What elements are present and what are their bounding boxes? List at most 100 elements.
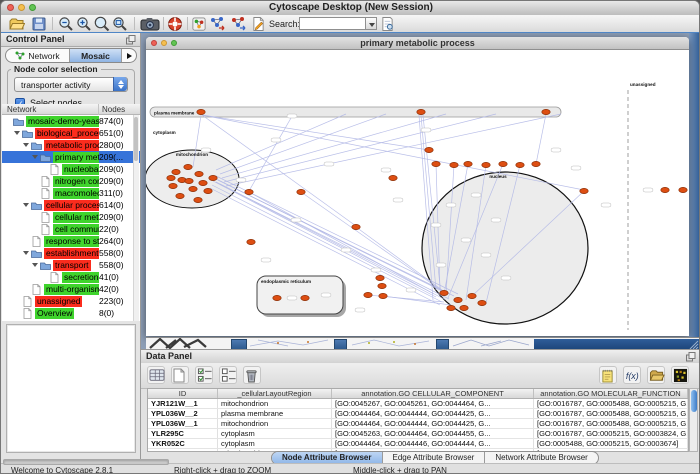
export-network-icon[interactable] [230, 16, 248, 32]
graph-node[interactable] [297, 189, 305, 194]
graph-node[interactable] [679, 187, 687, 192]
graph-node[interactable] [245, 189, 253, 194]
tree-col-network[interactable]: Network [7, 105, 36, 114]
tree-row[interactable]: secretion41(0) [2, 271, 140, 283]
tree-row[interactable]: cell communicat22(0) [2, 223, 140, 235]
new-attribute-icon[interactable] [171, 366, 189, 384]
graph-node[interactable] [197, 109, 205, 114]
graph-node[interactable] [580, 188, 588, 193]
tree-row[interactable]: Overview8(0) [2, 307, 140, 319]
tree-col-nodes[interactable]: Nodes [102, 105, 125, 114]
tree-row[interactable]: macromolecule311(0) [2, 187, 140, 199]
graph-node[interactable] [389, 175, 397, 180]
graph-node[interactable] [376, 275, 384, 280]
graph-node[interactable] [432, 161, 440, 166]
annotation-icon[interactable] [252, 16, 265, 32]
network-window-titlebar[interactable]: primary metabolic process [146, 37, 689, 50]
tree-row[interactable]: transport558(0) [2, 259, 140, 271]
graph-node[interactable] [301, 295, 309, 300]
graph-node[interactable] [247, 239, 255, 244]
graph-node[interactable] [464, 161, 472, 166]
graph-node[interactable] [378, 283, 386, 288]
table-column-header[interactable]: annotation.GO MOLECULAR_FUNCTION [534, 389, 688, 398]
table-row[interactable]: YKR052Ccytoplasm[GO:0044464, GO:0044446,… [148, 439, 688, 449]
background-window-titlebar[interactable] [436, 339, 449, 349]
graph-node[interactable] [364, 292, 372, 297]
table-row[interactable]: YPL036W__2plasma membrane[GO:0044464, GO… [148, 409, 688, 419]
import-network-icon[interactable] [209, 16, 227, 32]
graph-node[interactable] [195, 171, 203, 176]
network-view-window[interactable]: primary metabolic process plasma membran… [146, 37, 689, 336]
float-panel-icon[interactable] [126, 35, 136, 45]
graph-node[interactable] [189, 186, 197, 191]
birdseye-view[interactable] [6, 324, 136, 453]
tree-row[interactable]: primary metabo209(... [2, 151, 140, 163]
tree-row[interactable]: response to stimul264(0) [2, 235, 140, 247]
attribute-table-icon[interactable] [147, 366, 165, 384]
tree-row[interactable]: nucleobase-209(0) [2, 163, 140, 175]
tree-row[interactable]: nitrogen compo209(0) [2, 175, 140, 187]
graph-node[interactable] [661, 187, 669, 192]
zoom-in-icon[interactable] [76, 16, 92, 32]
zoom-out-icon[interactable] [58, 16, 74, 32]
tree-row[interactable]: establishment of lo558(0) [2, 247, 140, 259]
graph-node[interactable] [482, 162, 490, 167]
graph-node[interactable] [273, 295, 281, 300]
background-windows-strip[interactable] [146, 337, 700, 349]
graph-node[interactable] [417, 109, 425, 114]
background-window-titlebar[interactable] [534, 339, 700, 349]
tree-row[interactable]: mosaic-demo-yeast874(0) [2, 115, 140, 127]
graph-node[interactable] [169, 183, 177, 188]
tree-row[interactable]: unassigned223(0) [2, 295, 140, 307]
table-row[interactable]: YLR295Ccytoplasm[GO:0045263, GO:0044464,… [148, 429, 688, 439]
color-matrix-icon[interactable] [671, 366, 689, 384]
graph-node[interactable] [379, 293, 387, 298]
zoom-selected-icon[interactable] [94, 16, 110, 32]
background-window-titlebar[interactable] [334, 339, 347, 349]
tree-scrollbar-thumb[interactable] [134, 117, 138, 161]
snapshot-icon[interactable] [140, 16, 160, 32]
graph-node[interactable] [167, 175, 175, 180]
unselect-attributes-icon[interactable] [219, 366, 237, 384]
resize-grip-icon[interactable] [688, 339, 700, 349]
graph-node[interactable] [454, 297, 462, 302]
graph-node[interactable] [450, 162, 458, 167]
graph-node[interactable] [425, 147, 433, 152]
network-canvas[interactable]: plasma membrane cytoplasm mitochondrion … [146, 50, 689, 336]
float-panel-icon[interactable] [686, 352, 696, 362]
graph-node[interactable] [184, 164, 192, 169]
graph-node[interactable] [194, 197, 202, 202]
zoom-fit-icon[interactable] [112, 16, 128, 32]
attribute-table[interactable]: ID_cellularLayoutRegionannotation.GO CEL… [147, 388, 689, 452]
graph-node[interactable] [542, 109, 550, 114]
table-column-header[interactable]: _cellularLayoutRegion [218, 389, 332, 398]
apply-layout-icon[interactable] [192, 16, 206, 32]
graph-node[interactable] [185, 178, 193, 183]
open-icon[interactable] [9, 16, 25, 32]
search-input[interactable] [299, 17, 367, 30]
tree-row[interactable]: biological_process651(0) [2, 127, 140, 139]
help-icon[interactable] [167, 16, 183, 32]
select-attributes-icon[interactable] [195, 366, 213, 384]
graph-node[interactable] [172, 169, 180, 174]
tab-mosaic[interactable]: Mosaic [70, 49, 122, 62]
function-builder-icon[interactable]: f(x) [623, 366, 641, 384]
tree-row[interactable]: multi-organism pro42(0) [2, 283, 140, 295]
tab-overflow-arrow-icon[interactable] [122, 49, 136, 62]
table-row[interactable]: YPL036W__1mitochondrion[GO:0044464, GO:0… [148, 419, 688, 429]
graph-node[interactable] [209, 175, 217, 180]
node-color-dropdown[interactable]: transporter activity [14, 77, 128, 92]
search-options-icon[interactable] [381, 16, 394, 32]
tree-header[interactable]: Network Nodes [2, 104, 140, 115]
graph-node[interactable] [516, 162, 524, 167]
import-attributes-icon[interactable] [599, 366, 617, 384]
graph-node[interactable] [204, 188, 212, 193]
graph-node[interactable] [352, 224, 360, 229]
tab-network[interactable]: Network [6, 49, 70, 62]
tree-row[interactable]: cellular process614(0) [2, 199, 140, 211]
graph-node[interactable] [447, 305, 455, 310]
table-column-header[interactable]: ID [148, 389, 218, 398]
graph-node[interactable] [478, 300, 486, 305]
graph-node[interactable] [499, 161, 507, 166]
open-attributes-icon[interactable] [647, 366, 665, 384]
